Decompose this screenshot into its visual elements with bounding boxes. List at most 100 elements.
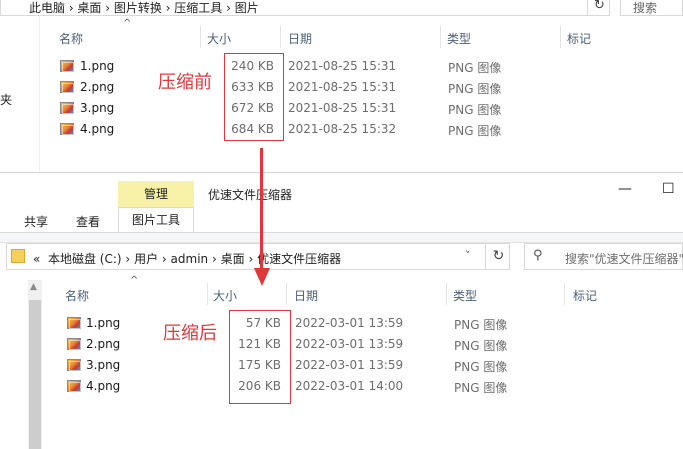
down-arrow-icon — [254, 268, 270, 286]
top-col-date[interactable]: 日期 — [288, 30, 312, 47]
top-col-size[interactable]: 大小 — [207, 30, 231, 47]
png-file-icon — [60, 102, 74, 114]
png-file-icon — [60, 123, 74, 135]
top-explorer-window: 此电脑 › 桌面 › 图片转换 › 压缩工具 › 图片 ↻ 搜索 夹 ^ 名称 … — [0, 0, 683, 172]
refresh-icon[interactable]: ↻ — [485, 244, 511, 269]
breadcrumb-item-users[interactable]: 用户 — [134, 252, 158, 266]
top-address-bar[interactable]: 此电脑 › 桌面 › 图片转换 › 压缩工具 › 图片 ↻ — [0, 0, 610, 16]
column-header: ^ 名称 大小 日期 类型 标记 — [46, 275, 683, 305]
column-divider[interactable] — [446, 283, 447, 305]
file-date: 2022-03-01 13:59 — [295, 358, 404, 372]
maximize-button[interactable]: ☐ — [662, 181, 675, 197]
breadcrumb-item-compressor[interactable]: 优速文件压缩器 — [257, 252, 341, 266]
png-file-icon — [60, 81, 74, 93]
column-divider[interactable] — [280, 26, 281, 48]
chevron-right-icon[interactable]: › — [212, 252, 217, 266]
file-type: PNG 图像 — [454, 318, 508, 332]
top-col-type[interactable]: 类型 — [447, 30, 471, 47]
col-size[interactable]: 大小 — [213, 287, 237, 304]
top-col-tags[interactable]: 标记 — [567, 30, 591, 47]
top-navigation-pane: 夹 — [0, 16, 40, 172]
navigation-pane-scrollbar[interactable]: ▲ — [28, 280, 42, 449]
png-file-icon — [67, 359, 81, 371]
comparison-arrow-shaft — [260, 148, 263, 270]
search-box[interactable]: ⚲ 搜索"优速文件压缩器" — [524, 243, 683, 270]
file-type: PNG 图像 — [448, 124, 502, 138]
scroll-up-icon[interactable]: ▲ — [30, 282, 37, 292]
png-file-icon — [67, 338, 81, 350]
file-type: PNG 图像 — [454, 339, 508, 353]
column-divider[interactable] — [207, 283, 208, 305]
scrollbar-thumb[interactable] — [29, 300, 41, 449]
png-file-icon — [67, 380, 81, 392]
chevron-right-icon[interactable]: › — [125, 252, 130, 266]
minimize-button[interactable]: — — [618, 181, 632, 197]
file-row[interactable]: 3.png 672 KB 2021-08-25 15:31 PNG 图像 — [60, 99, 560, 120]
file-row[interactable]: 2.png 121 KB 2022-03-01 13:59 PNG 图像 — [67, 335, 567, 356]
chevron-right-icon[interactable]: › — [248, 252, 253, 266]
top-column-header: ^ 名称 大小 日期 类型 标记 — [40, 18, 683, 48]
tab-manage[interactable]: 管理 — [118, 181, 194, 207]
breadcrumb[interactable]: « 本地磁盘 (C:) › 用户 › admin › 桌面 › 优速文件压缩器 — [33, 250, 341, 267]
after-compression-label: 压缩后 — [163, 323, 217, 344]
file-name: 4.png — [80, 122, 115, 136]
file-name: 3.png — [80, 101, 115, 115]
top-search-placeholder: 搜索 — [633, 1, 658, 15]
file-name: 4.png — [86, 379, 121, 393]
file-name: 2.png — [86, 337, 121, 351]
file-row[interactable]: 1.png 240 KB 2021-08-25 15:31 PNG 图像 — [60, 57, 560, 78]
ribbon: 管理 优速文件压缩器 — ☐ 共享 查看 图片工具 — [0, 173, 683, 233]
nav-pane-label-stub[interactable]: 夹 — [0, 91, 12, 108]
file-row[interactable]: 4.png 206 KB 2022-03-01 14:00 PNG 图像 — [67, 377, 567, 398]
file-row[interactable]: 4.png 684 KB 2021-08-25 15:32 PNG 图像 — [60, 120, 560, 141]
size-highlight-box-before — [224, 53, 284, 141]
column-divider[interactable] — [440, 26, 441, 48]
breadcrumb-item-c-drive[interactable]: 本地磁盘 (C:) — [48, 252, 122, 266]
file-row[interactable]: 3.png 175 KB 2022-03-01 13:59 PNG 图像 — [67, 356, 567, 377]
file-date: 2022-03-01 13:59 — [295, 316, 404, 330]
col-name[interactable]: 名称 — [65, 287, 89, 304]
png-file-icon — [60, 60, 74, 72]
tab-picture-tools[interactable]: 图片工具 — [118, 207, 194, 233]
column-divider[interactable] — [200, 26, 201, 48]
file-date: 2021-08-25 15:31 — [288, 80, 397, 94]
col-type[interactable]: 类型 — [453, 287, 477, 304]
before-compression-label: 压缩前 — [158, 72, 212, 93]
sort-ascending-icon: ^ — [130, 275, 139, 286]
breadcrumb-item-desktop[interactable]: 桌面 — [221, 252, 245, 266]
col-date[interactable]: 日期 — [294, 287, 318, 304]
file-type: PNG 图像 — [448, 82, 502, 96]
file-type: PNG 图像 — [454, 360, 508, 374]
sort-ascending-icon: ^ — [123, 18, 132, 29]
file-row[interactable]: 1.png 57 KB 2022-03-01 13:59 PNG 图像 — [67, 314, 567, 335]
search-placeholder: 搜索"优速文件压缩器" — [565, 252, 683, 266]
file-date: 2021-08-25 15:31 — [288, 101, 397, 115]
breadcrumb-overflow[interactable]: « — [33, 252, 40, 266]
col-tags[interactable]: 标记 — [573, 287, 597, 304]
window-title: 优速文件压缩器 — [208, 188, 293, 202]
tab-share[interactable]: 共享 — [24, 213, 48, 230]
file-date: 2021-08-25 15:31 — [288, 59, 397, 73]
top-search-box[interactable]: 搜索 — [620, 0, 683, 16]
search-icon: ⚲ — [533, 248, 543, 263]
column-divider[interactable] — [564, 283, 565, 305]
address-bar[interactable]: « 本地磁盘 (C:) › 用户 › admin › 桌面 › 优速文件压缩器 … — [6, 243, 510, 270]
file-date: 2021-08-25 15:32 — [288, 122, 397, 136]
size-highlight-box-after — [229, 310, 291, 404]
breadcrumb-item-admin[interactable]: admin — [171, 252, 209, 266]
chevron-right-icon[interactable]: › — [162, 252, 167, 266]
refresh-icon[interactable]: ↻ — [587, 0, 609, 15]
chevron-down-icon[interactable]: ˅ — [465, 249, 471, 262]
file-row[interactable]: 2.png 633 KB 2021-08-25 15:31 PNG 图像 — [60, 78, 560, 99]
file-name: 1.png — [86, 316, 121, 330]
file-name: 2.png — [80, 80, 115, 94]
top-col-name[interactable]: 名称 — [59, 30, 83, 47]
top-breadcrumb[interactable]: 此电脑 › 桌面 › 图片转换 › 压缩工具 › 图片 — [29, 0, 259, 15]
column-divider[interactable] — [560, 26, 561, 48]
png-file-icon — [67, 317, 81, 329]
column-divider[interactable] — [286, 283, 287, 305]
file-date: 2022-03-01 14:00 — [295, 379, 404, 393]
tab-view[interactable]: 查看 — [76, 213, 100, 230]
ribbon-collapsed-body — [0, 233, 683, 243]
bottom-explorer-window: 管理 优速文件压缩器 — ☐ 共享 查看 图片工具 « 本地磁盘 (C:) › … — [0, 172, 683, 449]
